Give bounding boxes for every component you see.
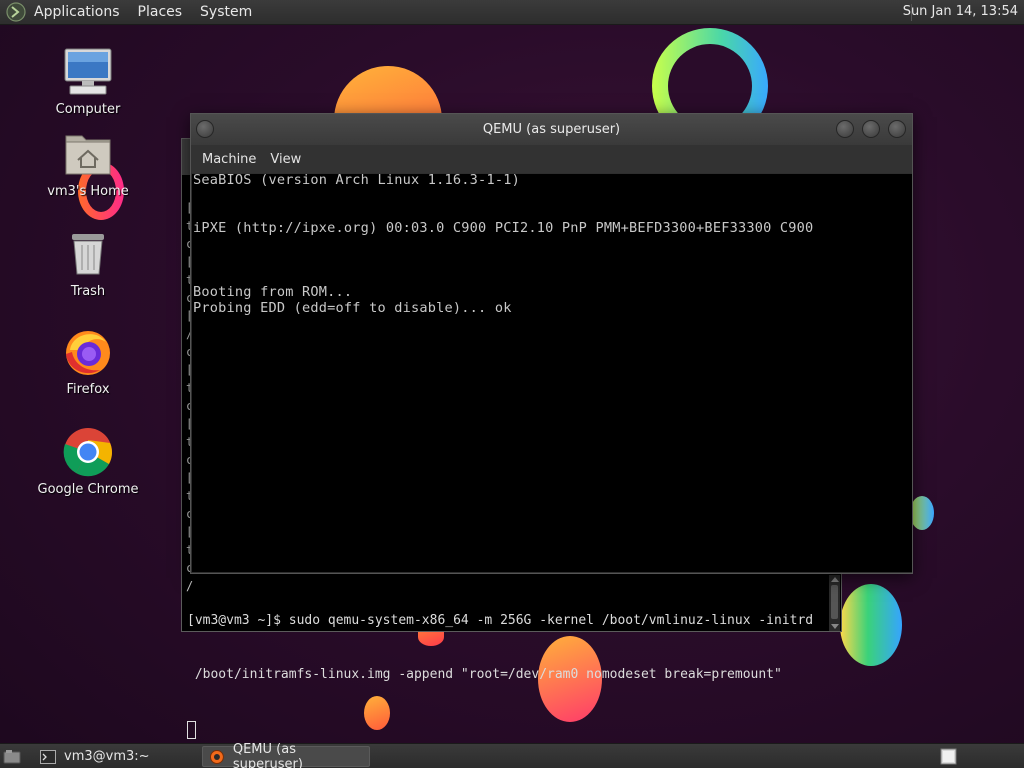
scroll-up-arrow-icon[interactable]: [831, 577, 839, 582]
qemu-titlebar[interactable]: QEMU (as superuser): [191, 114, 912, 145]
desktop-icon-firefox[interactable]: Firefox: [23, 326, 153, 397]
menu-machine[interactable]: Machine: [195, 152, 263, 167]
menu-system[interactable]: System: [198, 4, 254, 20]
terminal-icon: [40, 749, 56, 764]
wallpaper-decoration: [840, 584, 902, 666]
console-line: SeaBIOS (version Arch Linux 1.16.3-1-1): [193, 172, 520, 188]
computer-icon: [64, 48, 112, 95]
menu-view[interactable]: View: [263, 152, 308, 167]
scroll-down-arrow-icon[interactable]: [831, 624, 839, 629]
desktop-icon-label: Firefox: [66, 382, 110, 397]
qemu-window[interactable]: QEMU (as superuser) Machine View SeaBIOS…: [190, 113, 913, 574]
desktop-icon-label: Google Chrome: [37, 482, 139, 497]
distro-logo-icon[interactable]: [6, 2, 26, 22]
terminal-cursor: [187, 721, 196, 739]
trash-icon: [72, 234, 104, 275]
maximize-button[interactable]: [862, 120, 880, 138]
terminal-command-line: [vm3@vm3 ~]$ sudo qemu-system-x86_64 -m …: [187, 613, 814, 628]
desktop-icon-trash[interactable]: Trash: [23, 228, 153, 299]
show-desktop-icon[interactable]: [3, 749, 21, 764]
desktop-icon-home[interactable]: vm3's Home: [23, 128, 153, 199]
desktop-icon-chrome[interactable]: Google Chrome: [23, 426, 153, 497]
desktop-icon-computer[interactable]: Computer: [23, 46, 153, 117]
terminal-scrollbar[interactable]: [829, 575, 840, 631]
window-title: QEMU (as superuser): [482, 122, 621, 137]
taskbar-item-qemu[interactable]: QEMU (as superuser): [202, 742, 370, 768]
qemu-display[interactable]: SeaBIOS (version Arch Linux 1.16.3-1-1) …: [192, 172, 912, 572]
taskbar-item-terminal[interactable]: vm3@vm3:~: [34, 746, 198, 767]
terminal-command-line: /boot/initramfs-linux.img -append "root=…: [187, 667, 782, 682]
menu-applications[interactable]: Applications: [32, 4, 122, 20]
home-folder-icon: [65, 135, 111, 175]
chrome-icon: [63, 428, 112, 477]
clock[interactable]: Sun Jan 14, 13:54: [903, 4, 1018, 19]
firefox-icon: [66, 331, 110, 375]
taskbar-item-label: QEMU (as superuser): [232, 741, 303, 768]
console-line: iPXE (http://ipxe.org) 00:03.0 C900 PCI2…: [193, 220, 814, 236]
bottom-panel: vm3@vm3:~ QEMU (as superuser): [0, 742, 1024, 768]
menu-places[interactable]: Places: [136, 4, 185, 20]
desktop-icon-label: Trash: [70, 284, 106, 299]
terminal-output[interactable]: [vm3@vm3 ~]$ sudo qemu-system-x86_64 -m …: [187, 576, 827, 768]
desktop-icon-label: vm3's Home: [47, 184, 129, 199]
minimize-button[interactable]: [836, 120, 854, 138]
close-button[interactable]: [888, 120, 906, 138]
workspace-switcher-icon[interactable]: [940, 748, 957, 765]
window-menu-button[interactable]: [196, 120, 214, 138]
scrollbar-thumb[interactable]: [831, 585, 838, 619]
top-panel: Applications Places System Sun Jan 14, 1…: [0, 0, 1024, 25]
desktop-icon-label: Computer: [55, 102, 121, 117]
taskbar-item-label: vm3@vm3:~: [64, 749, 150, 764]
console-line: Booting from ROM...: [193, 284, 353, 300]
wallpaper-decoration: [910, 496, 934, 530]
console-line: Probing EDD (edd=off to disable)... ok: [193, 300, 512, 316]
qemu-menubar: Machine View: [191, 145, 912, 173]
qemu-icon: [209, 749, 224, 764]
